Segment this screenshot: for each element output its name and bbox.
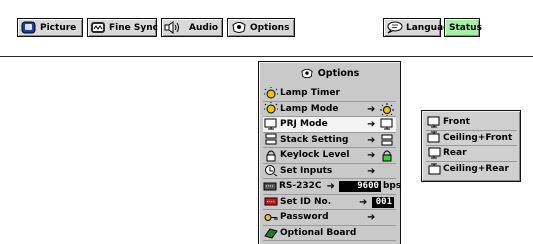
ceiling-rear-icon [426, 163, 441, 176]
options-icon [230, 20, 247, 35]
menu-item-rs-232c[interactable]: RS-232C ➜ 9600 bps [263, 179, 401, 195]
options-menu: Options Lamp Timer Lamp Mode ➜ PRJ Mode … [258, 61, 401, 244]
submenu-item-label: Front [443, 117, 470, 128]
tab-fine-sync[interactable]: Fine Sync [87, 18, 158, 37]
arrow-icon: ➜ [367, 103, 376, 115]
submenu-item-label: Rear [443, 148, 467, 159]
lamp-mode-icon [263, 102, 278, 115]
key-icon [263, 211, 278, 224]
arrow-icon: ➜ [367, 165, 376, 177]
rear-icon [426, 147, 441, 160]
front-icon [426, 116, 441, 129]
menu-title: Options [259, 62, 400, 84]
menu-item-lamp-mode[interactable]: Lamp Mode ➜ [263, 102, 396, 117]
lamp-mode-value-icon [379, 102, 394, 116]
menu-item-label: Stack Setting [280, 134, 349, 145]
submenu-item-label: Ceiling+Rear [443, 164, 509, 175]
arrow-icon: ➜ [359, 196, 368, 208]
submenu-item-rear[interactable]: Rear [426, 146, 517, 162]
ceiling-front-icon [426, 131, 441, 144]
menu-item-set-inputs[interactable]: Set Inputs ➜ [263, 164, 396, 179]
tab-options[interactable]: Options [227, 18, 295, 37]
top-menu-bar: Picture Fine Sync Audio Options Language… [0, 0, 533, 56]
lamp-timer-icon [263, 86, 278, 100]
prj-mode-submenu: Front Ceiling+Front Rear Ceiling+Rear [421, 110, 521, 182]
menu-bar-divider [0, 56, 533, 57]
menu-item-lamp-timer[interactable]: Lamp Timer [263, 86, 396, 102]
baud-rate-value[interactable]: 9600 bps [338, 180, 402, 192]
projector-icon [263, 118, 278, 131]
lock-value-icon [379, 149, 394, 162]
rs232c-icon [263, 180, 277, 193]
menu-item-keylock-level[interactable]: Keylock Level ➜ [263, 148, 396, 164]
tab-picture-label: Picture [40, 22, 77, 33]
id-icon [263, 195, 278, 208]
menu-item-label: Set Inputs [280, 165, 333, 176]
baud-rate-unit: bps [382, 181, 402, 192]
tab-options-label: Options [250, 22, 290, 33]
stack-icon [263, 133, 278, 146]
menu-item-optional-board[interactable]: Optional Board [263, 226, 396, 241]
menu-item-label: Set ID No. [280, 196, 332, 207]
fine-sync-icon [90, 20, 106, 35]
arrow-icon: ➜ [367, 134, 376, 146]
tab-fine-sync-label: Fine Sync [109, 22, 158, 33]
submenu-item-front[interactable]: Front [426, 115, 517, 131]
menu-item-label: Keylock Level [280, 150, 350, 161]
projector-value-icon [379, 118, 394, 131]
lock-icon [263, 149, 278, 162]
menu-item-label: Lamp Mode [280, 103, 339, 114]
picture-icon [20, 20, 37, 35]
tab-audio-label: Audio [189, 22, 219, 33]
submenu-item-ceiling-front[interactable]: Ceiling+Front [426, 131, 517, 146]
menu-item-prj-mode[interactable]: PRJ Mode ➜ [263, 117, 396, 133]
speaker-icon [164, 20, 180, 35]
arrow-icon: ➜ [367, 119, 376, 130]
baud-rate-number: 9600 [338, 180, 381, 192]
arrow-icon: ➜ [367, 150, 376, 161]
arrow-icon: ➜ [367, 212, 376, 223]
menu-item-label: Password [280, 212, 329, 223]
menu-item-password[interactable]: Password ➜ [263, 210, 396, 226]
stack-value-icon [379, 134, 394, 147]
tab-status-label: Status [449, 22, 482, 33]
options-icon [300, 68, 314, 79]
submenu-item-ceiling-rear[interactable]: Ceiling+Rear [426, 162, 517, 178]
id-value[interactable]: 001 [372, 196, 394, 208]
menu-item-label: Lamp Timer [280, 88, 340, 99]
board-icon [263, 226, 278, 239]
submenu-item-label: Ceiling+Front [443, 132, 513, 143]
tab-audio[interactable]: Audio [161, 18, 223, 37]
menu-item-label: RS-232C [279, 181, 322, 192]
arrow-icon: ➜ [326, 180, 335, 192]
tab-language[interactable]: Language [383, 18, 456, 37]
menu-item-label: Optional Board [280, 227, 357, 238]
tab-picture[interactable]: Picture [17, 18, 83, 37]
menu-item-stack-setting[interactable]: Stack Setting ➜ [263, 133, 396, 148]
set-inputs-icon [263, 164, 278, 177]
speech-bubble-icon [385, 20, 403, 35]
menu-item-set-id-no[interactable]: Set ID No. ➜ 001 [263, 195, 396, 210]
menu-title-label: Options [317, 67, 360, 79]
menu-item-label: PRJ Mode [280, 119, 328, 130]
tab-status[interactable]: Status [444, 18, 482, 37]
